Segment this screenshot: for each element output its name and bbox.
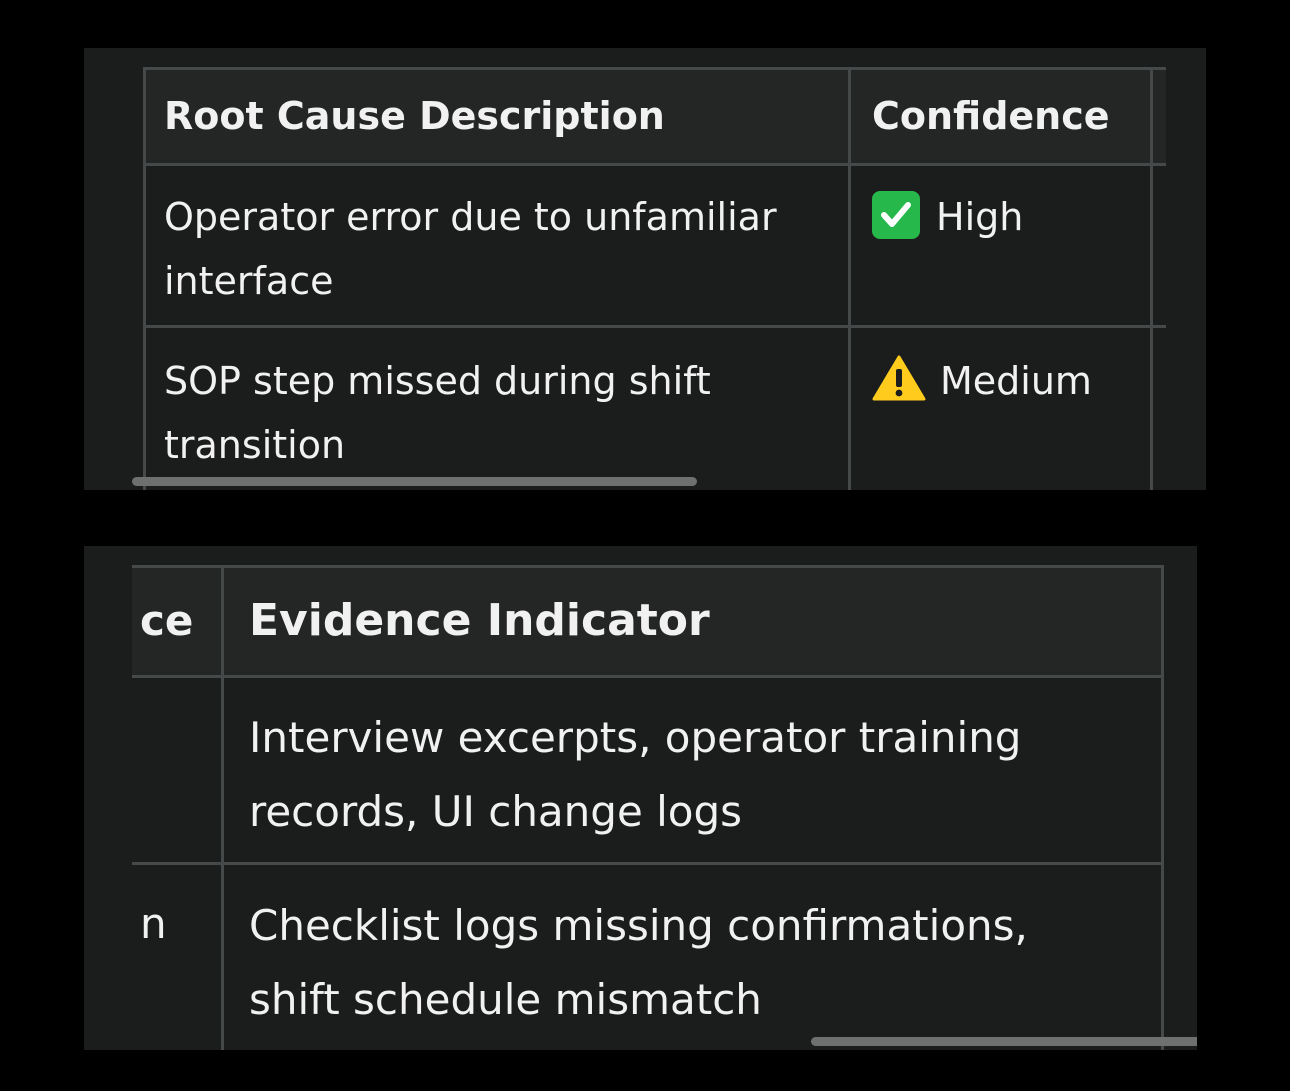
grid-line (132, 675, 1164, 678)
root-cause-table-panel[interactable]: Root Cause Description Confidence Operat… (84, 48, 1206, 490)
column-header-label: Root Cause Description (164, 94, 665, 138)
table-cell-evidence: Checklist logs missing confirmations, sh… (229, 889, 1149, 1037)
confidence-label: High (936, 195, 1024, 239)
column-header-label: Confidence (872, 94, 1110, 138)
check-mark-icon (872, 191, 920, 239)
grid-line (132, 862, 1164, 865)
horizontal-scrollbar[interactable] (132, 477, 697, 486)
grid-line (144, 325, 1166, 328)
column-header-label: Evidence Indicator (249, 595, 710, 646)
table-cell-evidence: Interview excerpts, operator training re… (229, 701, 1149, 849)
confidence-label: Medium (940, 359, 1092, 403)
description-text: SOP step missed during shift transition (164, 359, 711, 467)
column-header-confidence: Confidence (852, 84, 1152, 148)
table-cell-confidence: High (852, 185, 1152, 249)
grid-line (848, 67, 851, 490)
grid-line (132, 565, 1164, 568)
horizontal-scrollbar[interactable] (811, 1037, 1197, 1046)
partial-text: n (140, 899, 167, 948)
grid-line (144, 163, 1166, 166)
table-cell-description: Operator error due to unfamiliar interfa… (144, 185, 844, 313)
grid-line (144, 67, 1166, 70)
grid-line (1161, 565, 1164, 1050)
table-cell-description: SOP step missed during shift transition (144, 349, 844, 477)
column-header-label: ce (140, 596, 194, 645)
table-cell-partial: n (120, 892, 220, 956)
evidence-text: Checklist logs missing confirmations, sh… (249, 901, 1028, 1024)
description-text: Operator error due to unfamiliar interfa… (164, 195, 777, 303)
warning-icon (872, 355, 926, 401)
column-header-evidence: Evidence Indicator (229, 589, 1159, 653)
column-header-root-cause: Root Cause Description (144, 84, 848, 148)
evidence-table-panel[interactable]: ce n Evidence Indicator Interview excerp… (84, 546, 1197, 1050)
table-cell-confidence: Medium (852, 349, 1152, 413)
column-header-partial: ce (120, 589, 220, 653)
grid-line (221, 565, 224, 1050)
evidence-text: Interview excerpts, operator training re… (249, 713, 1022, 836)
